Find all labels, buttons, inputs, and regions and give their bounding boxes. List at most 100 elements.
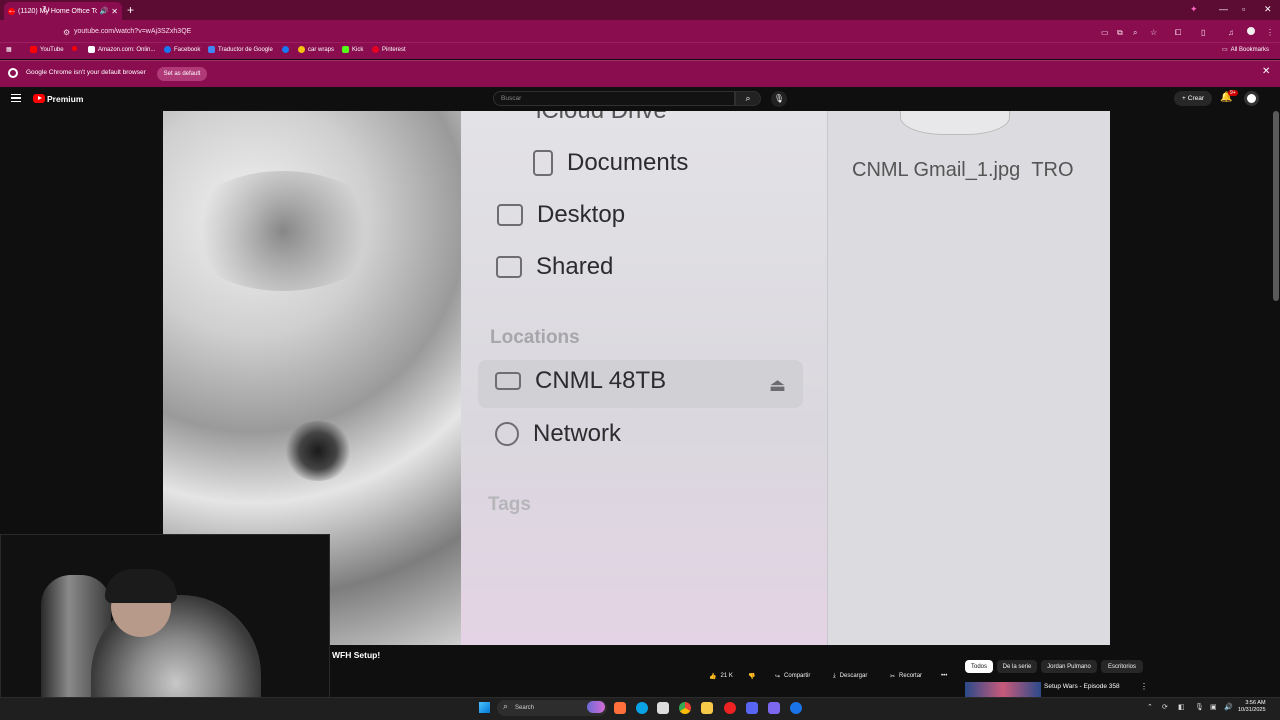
location-network: Network bbox=[495, 420, 621, 448]
reload-icon[interactable]: ↻ bbox=[42, 4, 50, 18]
folder-icon: ▭ bbox=[1222, 47, 1228, 53]
app-icon-1[interactable] bbox=[614, 702, 626, 714]
media-control-icon[interactable]: ♫ bbox=[1228, 27, 1234, 39]
translate-icon[interactable]: ⧉ bbox=[1117, 27, 1123, 39]
store-icon[interactable] bbox=[657, 702, 669, 714]
search-icon[interactable]: ⌕ bbox=[735, 91, 761, 106]
file-thumbnail bbox=[900, 111, 1010, 135]
tray-monitor-icon[interactable]: ▣ bbox=[1210, 703, 1217, 711]
discord-icon[interactable] bbox=[746, 702, 758, 714]
youtube-dot-icon bbox=[72, 46, 77, 51]
apps-grid-icon[interactable]: ▦ bbox=[6, 46, 12, 53]
tray-network-icon[interactable]: ◧ bbox=[1178, 703, 1185, 711]
more-actions-button[interactable]: ••• bbox=[941, 669, 947, 683]
bookmark-label: Traductor de Google bbox=[218, 46, 273, 53]
finder-item-icloud: iCloud Drive bbox=[536, 111, 667, 125]
youtube-premium-brand[interactable]: Premium bbox=[47, 94, 83, 104]
bookmark-facebook[interactable]: Facebook bbox=[164, 46, 200, 53]
all-bookmarks-button[interactable]: ▭ All Bookmarks bbox=[1222, 46, 1270, 54]
all-bookmarks-label: All Bookmarks bbox=[1230, 46, 1270, 53]
bookmark-youtube[interactable]: YouTube bbox=[30, 46, 64, 53]
file-explorer-icon[interactable] bbox=[701, 702, 713, 714]
maximize-icon[interactable]: ▫ bbox=[1242, 3, 1245, 15]
profile-avatar[interactable] bbox=[1245, 25, 1257, 37]
like-count: 21 K bbox=[720, 673, 733, 679]
user-avatar[interactable] bbox=[1244, 91, 1259, 106]
clip-label: Recortar bbox=[899, 673, 923, 679]
download-button[interactable]: ⤓ Descargar bbox=[833, 669, 867, 683]
chip-jordan-pulmano[interactable]: Jordan Pulmano bbox=[1041, 660, 1097, 673]
location-cnml-48tb: CNML 48TB bbox=[495, 367, 666, 395]
windows-start-icon[interactable] bbox=[479, 702, 490, 713]
dislike-button[interactable]: 👎 bbox=[748, 669, 755, 683]
tray-mic-icon[interactable]: 🎙 bbox=[1195, 703, 1204, 711]
amazon-icon bbox=[88, 46, 95, 53]
bookmark-amazon[interactable]: Amazon.com: Onlin... bbox=[88, 46, 155, 53]
browser-tab-active[interactable]: (1120) My Home Office To... 🔊 ✕ bbox=[4, 2, 122, 20]
minimize-icon[interactable]: — bbox=[1219, 3, 1228, 15]
extensions-icon[interactable]: ⧠ bbox=[1175, 27, 1181, 39]
chip-escritorios[interactable]: Escritorios bbox=[1101, 660, 1143, 673]
bookmark-red-dot[interactable] bbox=[72, 46, 77, 51]
app-icon-2[interactable] bbox=[724, 702, 736, 714]
bookmark-star-icon[interactable]: ☆ bbox=[1150, 27, 1157, 39]
recommended-title[interactable]: Setup Wars - Episode 358 bbox=[1044, 683, 1120, 690]
speaker-icon[interactable]: 🔊 bbox=[100, 7, 109, 15]
bookmark-car-wraps[interactable]: car wraps bbox=[298, 46, 334, 53]
forward-icon[interactable]: → bbox=[25, 4, 35, 18]
back-icon[interactable]: ← bbox=[7, 4, 17, 18]
chip-todos[interactable]: Todos bbox=[965, 660, 993, 673]
infobar-close-icon[interactable]: ✕ bbox=[1262, 66, 1270, 77]
menu-kebab-icon[interactable]: ⋮ bbox=[1266, 27, 1274, 39]
app-icon-3[interactable] bbox=[790, 702, 802, 714]
car-wraps-icon bbox=[298, 46, 305, 53]
share-button[interactable]: ↪ Compartir bbox=[775, 669, 810, 683]
close-window-icon[interactable]: ✕ bbox=[1264, 3, 1272, 15]
gemini-sparkle-icon[interactable]: ✦ bbox=[1190, 3, 1198, 15]
tray-sync-icon[interactable]: ⟳ bbox=[1162, 703, 1168, 711]
copilot-icon[interactable] bbox=[587, 701, 605, 713]
taskbar-clock[interactable]: 3:56 AM 10/31/2025 bbox=[1238, 700, 1266, 714]
microphone-icon[interactable]: 🎙 bbox=[771, 91, 787, 107]
recommended-more-icon[interactable]: ⋮ bbox=[1140, 682, 1148, 691]
bookmark-label: Amazon.com: Onlin... bbox=[98, 46, 156, 53]
close-tab-icon[interactable]: ✕ bbox=[111, 7, 118, 16]
bookmark-translate[interactable]: Traductor de Google bbox=[208, 46, 273, 53]
thumbs-down-icon: 👎 bbox=[748, 673, 756, 680]
address-bar[interactable]: youtube.com/watch?v=wAj3SZxh3QE bbox=[74, 22, 1124, 40]
bookmark-facebook-2[interactable] bbox=[282, 46, 289, 53]
youtube-icon bbox=[30, 46, 37, 53]
tray-volume-icon[interactable]: 🔊 bbox=[1224, 703, 1233, 711]
search-input[interactable]: Buscar bbox=[493, 91, 735, 106]
scissors-icon: ✂ bbox=[890, 673, 896, 680]
create-button[interactable]: + Crear bbox=[1174, 91, 1212, 106]
streamer-hair bbox=[105, 569, 177, 603]
clip-button[interactable]: ✂ Recortar bbox=[890, 669, 922, 683]
youtube-logo-icon[interactable] bbox=[33, 94, 45, 103]
location-label: Network bbox=[533, 420, 622, 447]
edge-icon[interactable] bbox=[636, 702, 648, 714]
eject-icon: ⏏ bbox=[769, 375, 787, 395]
new-tab-icon[interactable]: + bbox=[127, 3, 134, 17]
install-app-icon[interactable]: ▭ bbox=[1101, 27, 1109, 39]
site-info-icon[interactable]: ⚙ bbox=[63, 26, 70, 40]
zoom-icon[interactable]: ⌕ bbox=[1133, 27, 1137, 39]
teams-icon[interactable] bbox=[768, 702, 780, 714]
set-default-button[interactable]: Set as default bbox=[157, 67, 207, 81]
bookmark-kick[interactable]: Kick bbox=[342, 46, 363, 53]
chrome-taskbar-icon[interactable] bbox=[679, 702, 691, 714]
hamburger-menu-icon[interactable] bbox=[11, 94, 21, 102]
chip-de-la-serie[interactable]: De la serie bbox=[997, 660, 1037, 673]
bookmark-pinterest[interactable]: Pinterest bbox=[372, 46, 406, 53]
google-translate-icon bbox=[208, 46, 215, 53]
file-name-text-2: TRO bbox=[1031, 159, 1074, 181]
like-button[interactable]: 👍 21 K bbox=[709, 669, 733, 683]
page-scrollbar[interactable] bbox=[1273, 111, 1279, 301]
create-label: Crear bbox=[1187, 95, 1205, 102]
finder-sidebar: iCloud Drive Documents Desktop Shared Lo… bbox=[461, 111, 827, 645]
download-label: Descargar bbox=[839, 673, 868, 679]
file-name: CNML Gmail_1.jpg TRO bbox=[852, 159, 1074, 182]
chrome-icon bbox=[8, 68, 18, 78]
side-panel-icon[interactable]: ▯ bbox=[1201, 27, 1205, 39]
tray-chevron-icon[interactable]: ⌃ bbox=[1147, 703, 1153, 711]
